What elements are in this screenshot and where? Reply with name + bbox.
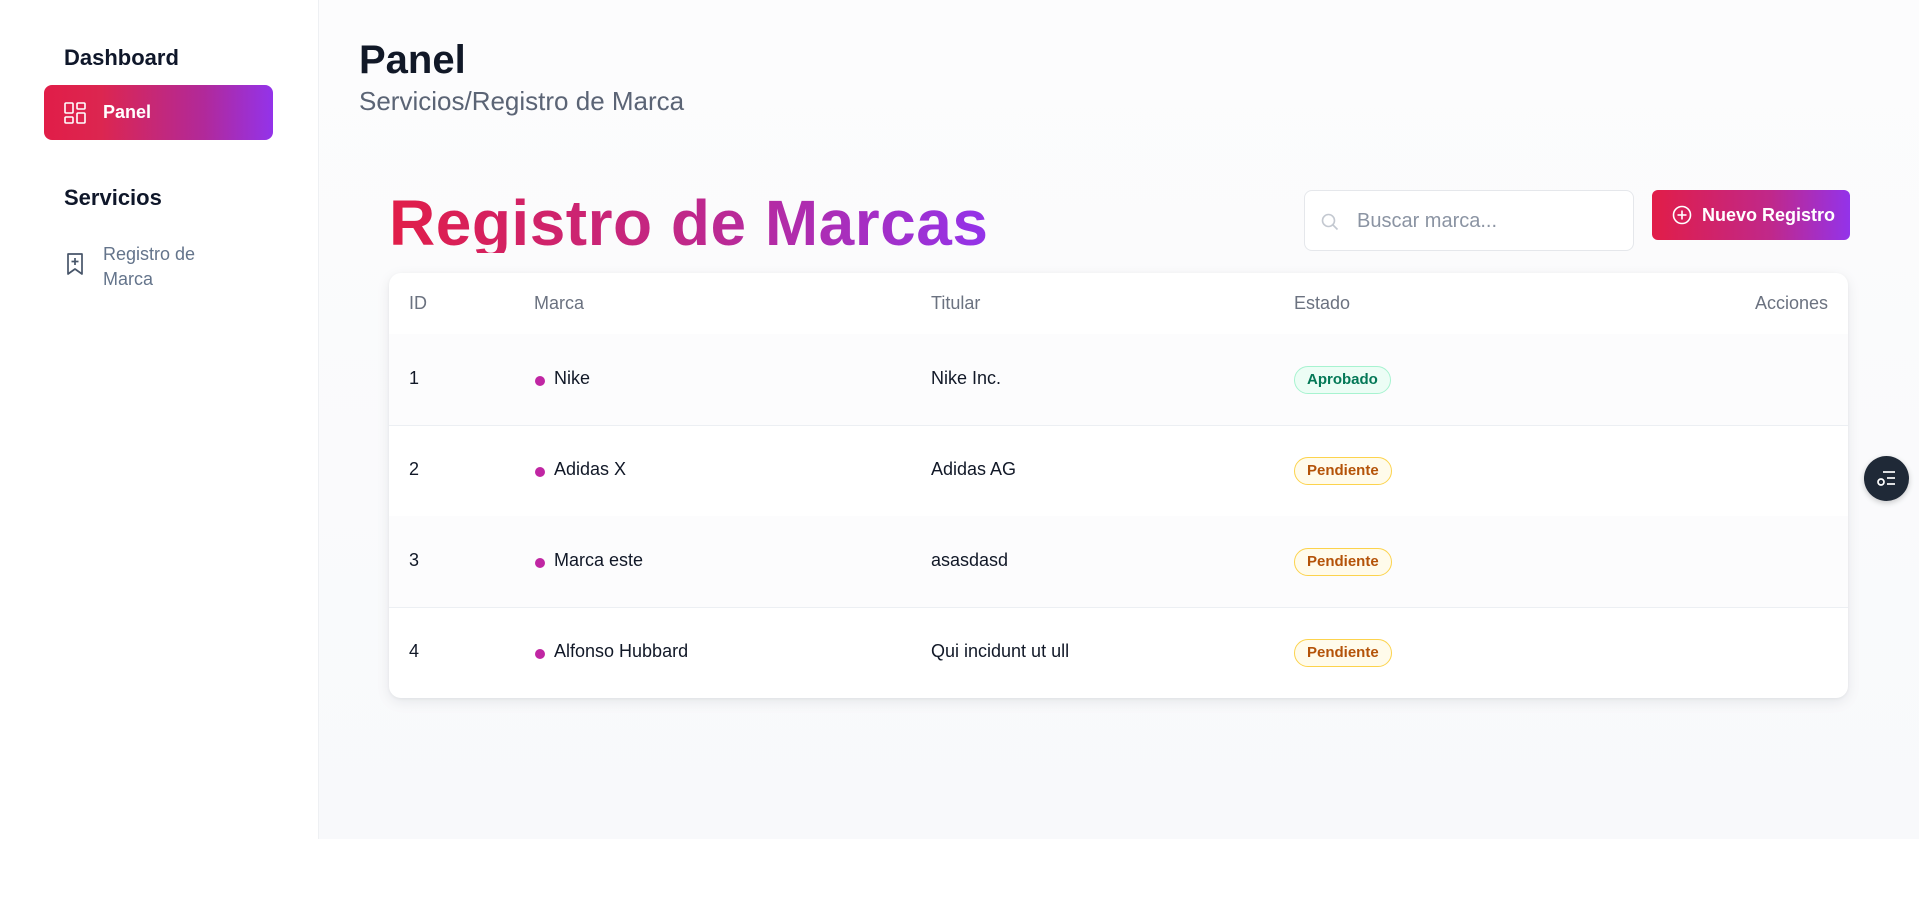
page-title: Panel (359, 38, 466, 82)
bookmark-plus-icon (64, 252, 86, 276)
search-box (1304, 190, 1634, 252)
column-header-marca: Marca (534, 293, 585, 313)
search-input[interactable] (1355, 191, 1619, 252)
cell-marca: Nike (554, 368, 591, 388)
sidebar-item-label: Registro de Marca (103, 244, 196, 289)
new-record-label: Nuevo Registro (1702, 205, 1836, 225)
cell-id: 3 (409, 550, 420, 570)
cell-marca: Alfonso Hubbard (554, 641, 689, 661)
sidebar-heading-dashboard: Dashboard (64, 45, 179, 70)
cell-titular: Nike Inc. (931, 368, 1002, 388)
breadcrumb: Servicios/Registro de Marca (359, 86, 685, 116)
cell-id: 4 (409, 641, 420, 661)
table-row: 4 Alfonso Hubbard Qui incidunt ut ull Pe… (389, 607, 1848, 698)
new-record-button[interactable]: Nuevo Registro (1652, 190, 1850, 240)
sidebar-item-registro-de-marca[interactable]: Registro de Marca (44, 238, 273, 294)
column-header-estado: Estado (1294, 293, 1351, 313)
status-badge: Aprobado (1294, 366, 1391, 394)
brand-dot (535, 376, 545, 386)
sidebar-item-label: Panel (103, 102, 152, 122)
main-content: Panel Servicios/Registro de Marca Regist… (319, 0, 1919, 839)
cell-id: 2 (409, 459, 420, 479)
floating-settings-button[interactable] (1864, 456, 1909, 501)
cell-titular: Qui incidunt ut ull (931, 641, 1070, 661)
brand-dot (535, 649, 545, 659)
section-title: Registro de Marcas (389, 183, 988, 253)
status-badge: Pendiente (1294, 639, 1392, 667)
cell-titular: asasdasd (931, 550, 1009, 570)
cell-titular: Adidas AG (931, 459, 1017, 479)
table-row: 1 Nike Nike Inc. Aprobado (389, 334, 1848, 426)
brands-table: ID Marca Titular Estado Acciones 1 Nike … (389, 273, 1848, 698)
cell-id: 1 (409, 368, 420, 388)
cell-marca: Marca este (554, 550, 644, 570)
brand-dot (535, 558, 545, 568)
table-row: 2 Adidas X Adidas AG Pendiente (389, 425, 1848, 517)
sidebar-heading-servicios: Servicios (64, 185, 162, 210)
brand-dot (535, 467, 545, 477)
grid-icon (64, 102, 86, 124)
sidebar: Dashboard Panel Servicios Registro de Ma… (0, 0, 319, 839)
cell-marca: Adidas X (554, 459, 627, 479)
status-badge: Pendiente (1294, 548, 1392, 576)
status-badge: Pendiente (1294, 457, 1392, 485)
column-header-acciones: Acciones (1754, 293, 1828, 313)
table-row: 3 Marca este asasdasd Pendiente (389, 516, 1848, 608)
column-header-id: ID (409, 293, 427, 313)
settings-list-icon (1877, 471, 1895, 486)
plus-circle-icon (1672, 205, 1692, 225)
column-header-titular: Titular (931, 293, 981, 313)
search-icon (1321, 213, 1339, 231)
sidebar-item-panel[interactable]: Panel (44, 85, 273, 140)
table-header: ID Marca Titular Estado Acciones (389, 273, 1848, 335)
